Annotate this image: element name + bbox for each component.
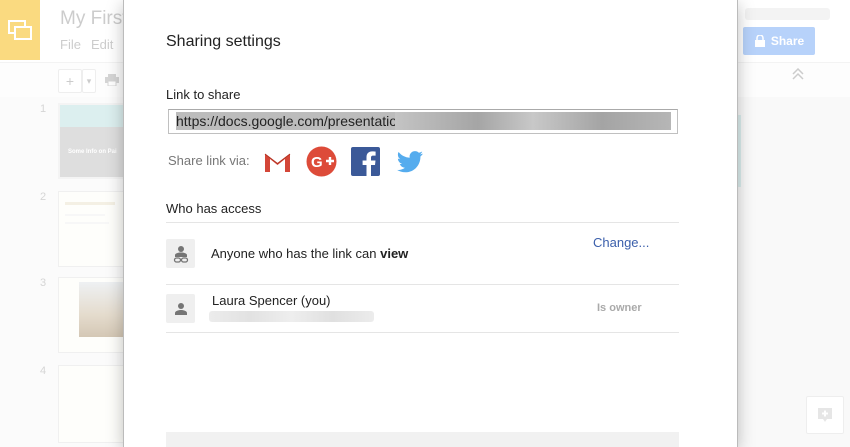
dialog-title: Sharing settings xyxy=(166,33,281,50)
owner-email-redacted xyxy=(209,311,374,322)
svg-text:G: G xyxy=(311,154,323,171)
share-via-label: Share link via: xyxy=(168,153,250,168)
owner-name: Laura Spencer (you) xyxy=(212,293,331,308)
sharing-settings-dialog: Sharing settings Link to share https://d… xyxy=(123,0,738,447)
share-link-input[interactable]: https://docs.google.com/presentation/ xyxy=(168,109,678,134)
google-plus-icon[interactable]: G xyxy=(306,146,337,177)
owner-role: Is owner xyxy=(597,302,642,314)
share-link-url: https://docs.google.com/presentation/ xyxy=(176,112,413,130)
link-access-prefix: Anyone who has the link can xyxy=(211,246,381,261)
change-access-link[interactable]: Change... xyxy=(593,235,649,250)
person-icon xyxy=(166,294,195,323)
share-link-redacted xyxy=(395,112,671,130)
link-to-share-label: Link to share xyxy=(166,87,241,102)
link-access-icon xyxy=(166,239,195,268)
facebook-icon[interactable] xyxy=(350,146,381,177)
dialog-footer xyxy=(166,432,679,447)
twitter-icon[interactable] xyxy=(394,146,425,177)
who-has-access-label: Who has access xyxy=(166,201,262,216)
divider xyxy=(166,284,679,285)
gmail-icon[interactable] xyxy=(262,146,293,177)
link-access-text: Anyone who has the link can view xyxy=(211,246,408,261)
divider xyxy=(166,222,679,223)
divider xyxy=(166,332,679,333)
link-access-permission: view xyxy=(380,246,409,261)
